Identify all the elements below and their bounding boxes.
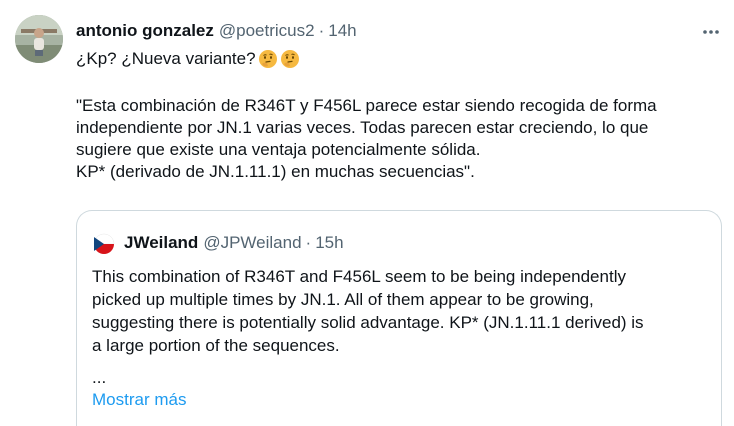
quoted-text-line: picked up multiple times by JN.1. All of…	[92, 290, 594, 309]
quoted-tweet-header: JWeiland @JPWeiland · 15h	[124, 232, 344, 254]
quoted-text-ellipsis: ...	[92, 368, 107, 387]
quoted-text-line: suggesting there is potentially solid ad…	[92, 313, 644, 332]
quoted-tweet-card[interactable]: JWeiland @JPWeiland · 15h This combinati…	[76, 210, 722, 426]
quoted-text-line: a large portion of the sequences.	[92, 336, 340, 355]
tweet-text: ¿Kp? ¿Nueva variante?	[76, 48, 300, 70]
quoted-text-line: This combination of R346T and F456L seem…	[92, 267, 626, 286]
tweet-body-line: independiente por JN.1 varias veces. Tod…	[76, 118, 649, 137]
header-separator: ·	[318, 21, 325, 40]
tweet-body-line: sugiere que existe una ventaja potencial…	[76, 140, 481, 159]
quoted-header-separator: ·	[305, 233, 312, 252]
show-more-link[interactable]: Mostrar más	[92, 389, 186, 411]
quoted-author-avatar	[92, 232, 116, 256]
quoted-tweet-text: This combination of R346T and F456L seem…	[92, 265, 712, 357]
tweet-header: antonio gonzalez @poetricus2 · 14h	[76, 20, 357, 42]
tweet-timestamp[interactable]: 14h	[328, 21, 356, 41]
quoted-author-handle[interactable]: @JPWeiland	[203, 233, 301, 253]
quoted-author-display-name[interactable]: JWeiland	[124, 233, 198, 253]
author-avatar[interactable]	[15, 15, 63, 63]
thinking-face-emoji-icon	[258, 49, 278, 69]
author-handle[interactable]: @poetricus2	[219, 21, 315, 41]
tweet-body-paragraph: "Esta combinación de R346T y F456L parec…	[76, 95, 716, 183]
more-horizontal-icon	[702, 22, 720, 40]
tweet-body-line: "Esta combinación de R346T y F456L parec…	[76, 96, 657, 115]
tweet-text-line: ¿Kp? ¿Nueva variante?	[76, 49, 256, 68]
author-display-name[interactable]: antonio gonzalez	[76, 21, 214, 41]
more-options-button[interactable]	[700, 20, 722, 42]
quoted-timestamp[interactable]: 15h	[315, 233, 343, 253]
tweet-body-line: KP* (derivado de JN.1.11.1) en muchas se…	[76, 162, 475, 181]
thinking-face-emoji-icon	[280, 49, 300, 69]
